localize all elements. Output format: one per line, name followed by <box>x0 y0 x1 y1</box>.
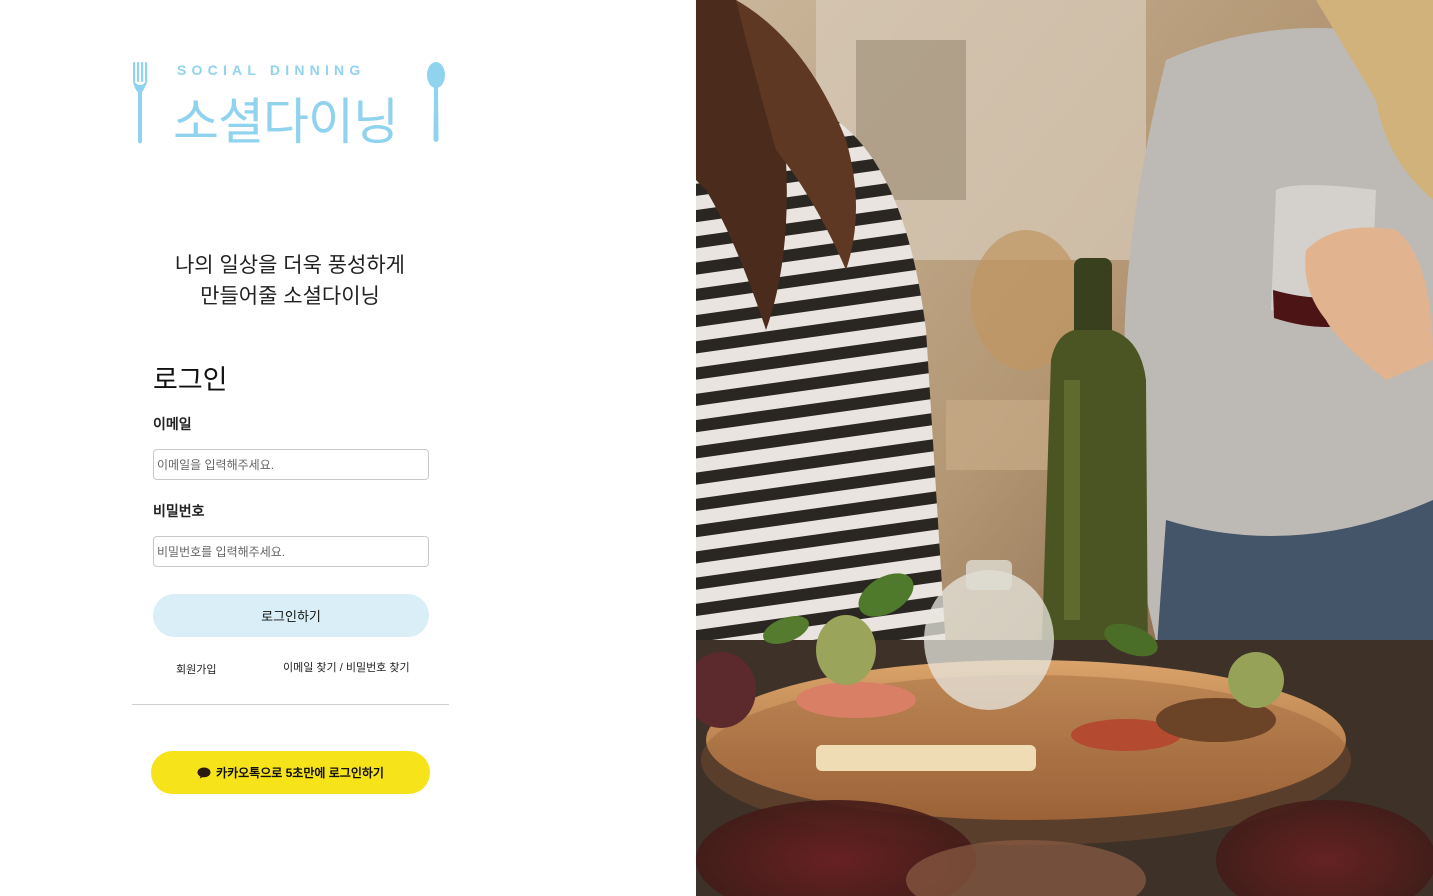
spoon-icon <box>427 62 445 142</box>
brand-logo[interactable]: SOCIAL DINNING 소셜다이닝 <box>130 58 450 150</box>
login-panel: SOCIAL DINNING 소셜다이닝 나의 일상을 더욱 풍성하게 만들어줄… <box>0 0 696 896</box>
tagline-line-1: 나의 일상을 더욱 풍성하게 <box>174 254 406 277</box>
chat-bubble-icon <box>197 767 211 779</box>
logo-korean-text: 소셜다이닝 <box>173 94 399 150</box>
divider <box>132 704 449 705</box>
email-input[interactable] <box>153 449 429 480</box>
login-button[interactable]: 로그인하기 <box>153 594 429 637</box>
hero-photo-illustration <box>696 0 1433 896</box>
find-account-link[interactable]: 이메일 찾기 / 비밀번호 찾기 <box>283 659 410 675</box>
kakao-login-button[interactable]: 카카오톡으로 5초만에 로그인하기 <box>151 751 430 794</box>
tagline-line-2: 만들어줄 소셜다이닝 <box>200 285 380 308</box>
fork-icon <box>133 62 148 144</box>
hero-photo <box>696 0 1433 896</box>
tagline: 나의 일상을 더욱 풍성하게 만들어줄 소셜다이닝 <box>140 250 440 312</box>
login-title: 로그인 <box>153 365 228 395</box>
email-label: 이메일 <box>153 416 192 432</box>
password-input[interactable] <box>153 536 429 567</box>
signup-link[interactable]: 회원가입 <box>176 661 216 677</box>
password-label: 비밀번호 <box>153 503 205 519</box>
kakao-login-label: 카카오톡으로 5초만에 로그인하기 <box>216 766 384 780</box>
logo-english-text: SOCIAL DINNING <box>177 62 366 78</box>
